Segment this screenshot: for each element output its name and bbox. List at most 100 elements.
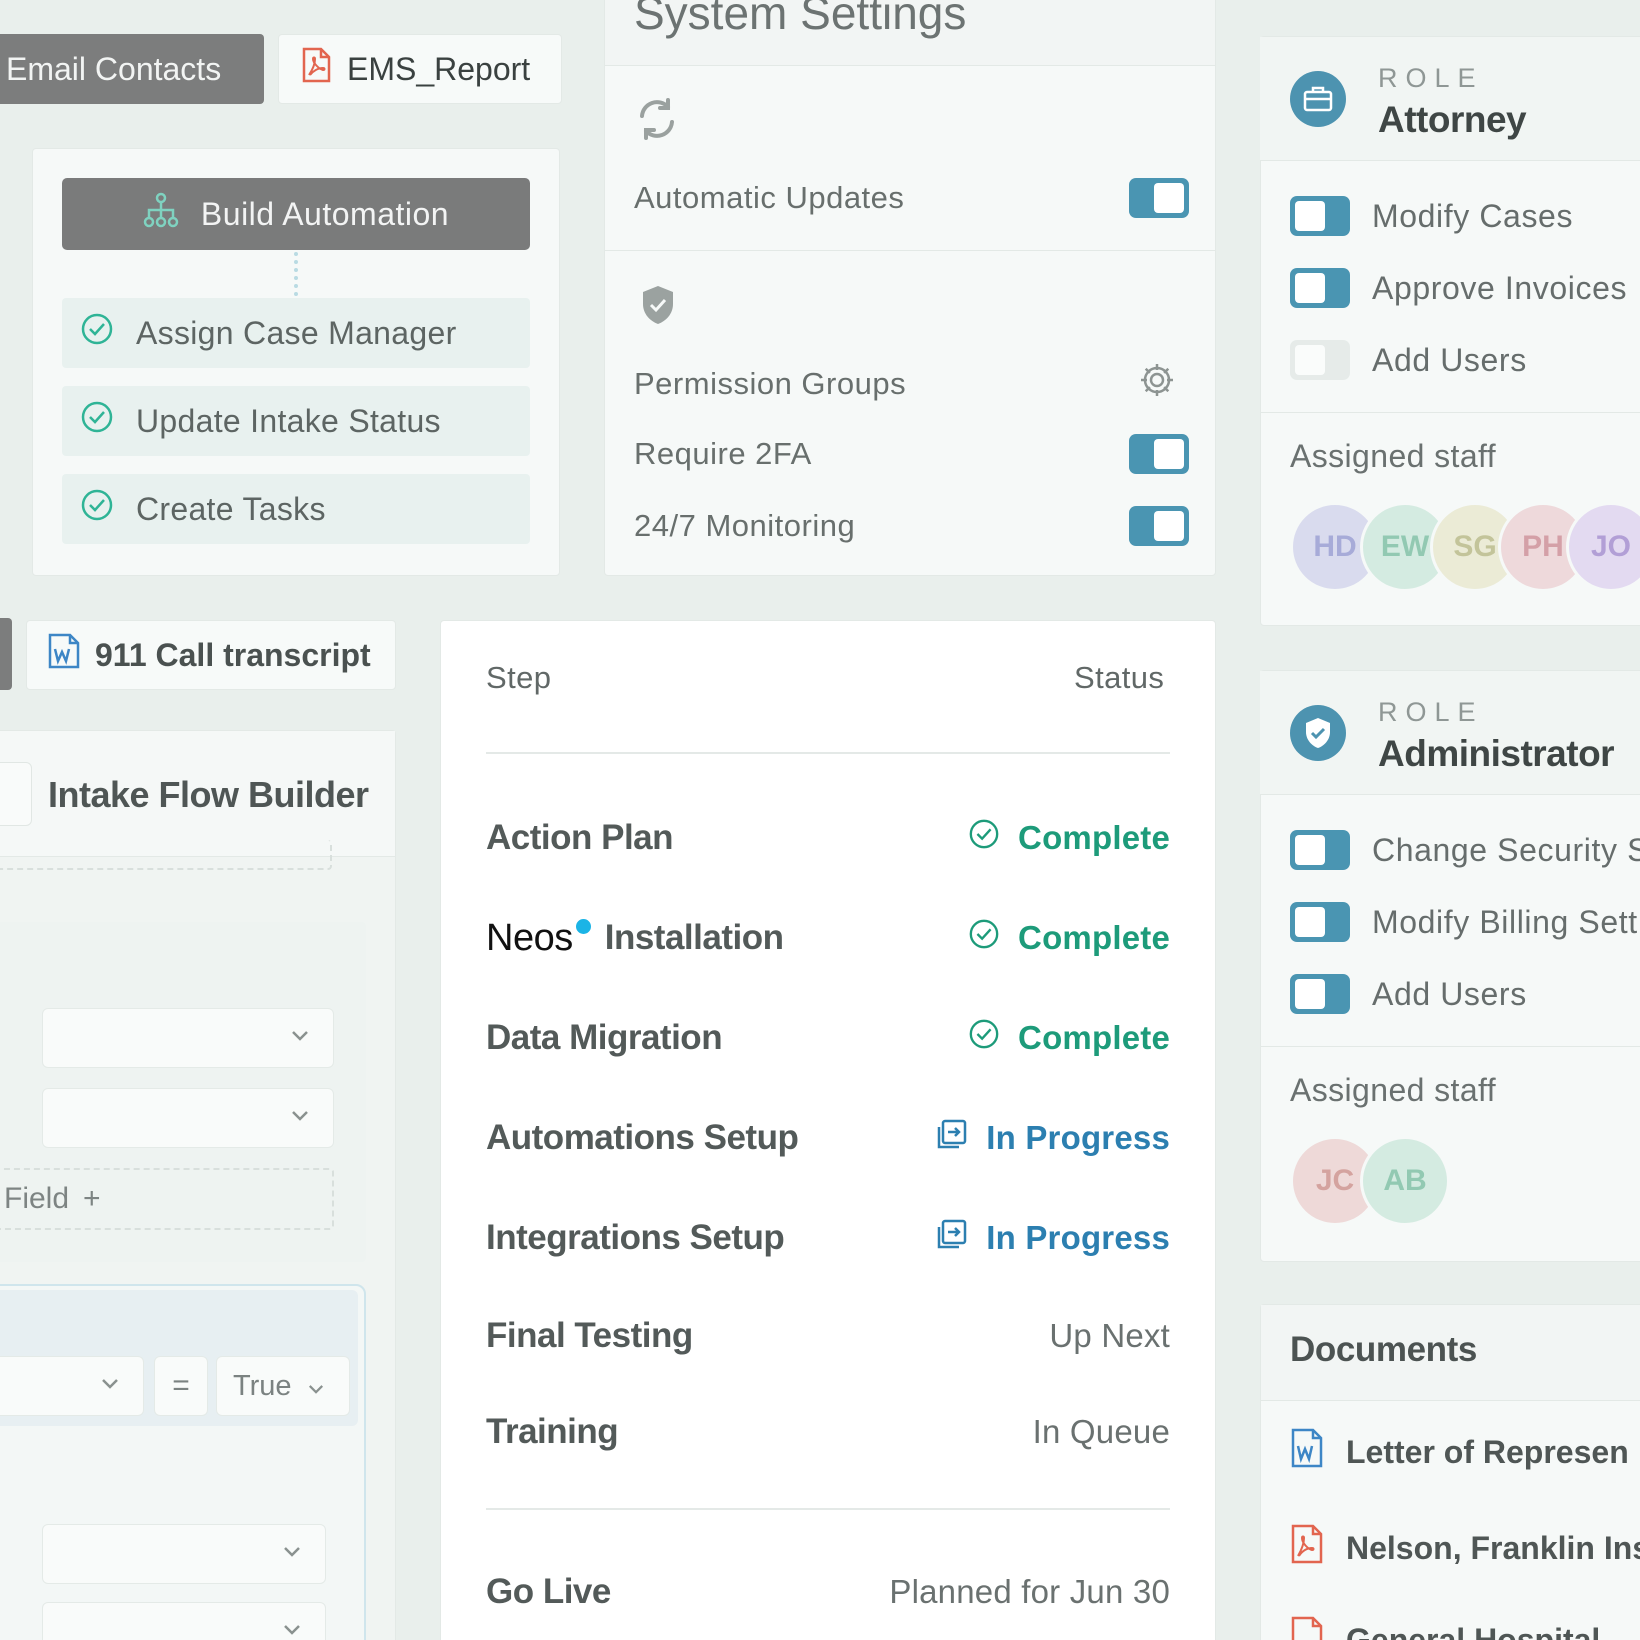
permission-toggle[interactable] [1290, 902, 1350, 942]
avatar[interactable]: AB [1360, 1136, 1450, 1226]
step-name: Integrations Setup [486, 1218, 785, 1257]
word-doc-icon [47, 633, 81, 677]
role-caption: ROLE [1378, 63, 1484, 93]
require-2fa-row: Require 2FA [634, 434, 1189, 474]
check-circle-icon [80, 488, 114, 530]
document-name: Letter of Represen [1346, 1433, 1629, 1470]
role-header: ROLE Administrator [1260, 671, 1640, 795]
plus-icon: + [83, 1182, 101, 1215]
status-label: In Progress [986, 1119, 1170, 1156]
field-select[interactable] [42, 1524, 326, 1584]
add-field-button[interactable]: Field + [0, 1168, 334, 1230]
status-badge: In Progress [936, 1218, 1170, 1258]
operator-select[interactable]: = [154, 1356, 208, 1416]
hierarchy-icon [143, 192, 179, 236]
permission-row[interactable]: Modify Billing Sett [1290, 902, 1638, 942]
build-automation-button[interactable]: Build Automation [62, 178, 530, 250]
automation-step[interactable]: Update Intake Status [62, 386, 530, 456]
field-select[interactable] [42, 1088, 334, 1148]
check-circle-icon [968, 918, 1000, 958]
table-row[interactable]: Final Testing Up Next [486, 1306, 1170, 1366]
go-live-row[interactable]: Go Live Planned for Jun 30 [486, 1562, 1170, 1622]
document-item[interactable]: General Hospital [1290, 1616, 1600, 1640]
setting-label: Permission Groups [634, 366, 907, 401]
divider [605, 250, 1215, 251]
permission-label: Change Security S [1372, 831, 1640, 868]
table-row[interactable]: Training In Queue [486, 1402, 1170, 1462]
field-select[interactable] [42, 1602, 326, 1640]
build-automation-label: Build Automation [200, 195, 450, 232]
permission-label: Add Users [1372, 975, 1527, 1012]
monitoring-row: 24/7 Monitoring [634, 506, 1189, 546]
automation-step[interactable]: Assign Case Manager [62, 298, 530, 368]
permission-toggle[interactable] [1290, 268, 1350, 308]
check-circle-icon [968, 818, 1000, 858]
table-row[interactable]: Integrations Setup In Progress [486, 1208, 1170, 1268]
step-name: Action Plan [486, 818, 674, 857]
collapse-button[interactable] [0, 762, 32, 826]
tab-911-call-transcript[interactable]: 911 Call transcript [26, 620, 396, 690]
tab-label: EMS_Report [347, 50, 531, 87]
permission-row[interactable]: Approve Invoices [1290, 268, 1627, 308]
permission-toggle[interactable] [1290, 340, 1350, 380]
tab-hidden-edge[interactable] [0, 618, 12, 690]
status-badge: Complete [968, 1018, 1170, 1058]
table-row[interactable]: Action Plan Complete [486, 808, 1170, 868]
permission-toggle[interactable] [1290, 974, 1350, 1014]
field-select[interactable] [42, 1008, 334, 1068]
table-row[interactable]: Data Migration Complete [486, 1008, 1170, 1068]
document-name: Nelson, Franklin Ins [1346, 1529, 1640, 1566]
status-badge: Complete [968, 918, 1170, 958]
step-name: Final Testing [486, 1316, 693, 1355]
role-name: Attorney [1378, 99, 1527, 140]
add-field-label: Field [4, 1182, 70, 1215]
divider [486, 1508, 1170, 1510]
permission-toggle[interactable] [1290, 830, 1350, 870]
intake-flow-title: Intake Flow Builder [48, 774, 369, 815]
system-settings-card [604, 0, 1216, 576]
document-item[interactable]: Letter of Represen [1290, 1428, 1629, 1476]
operator-label: = [172, 1369, 190, 1402]
check-circle-icon [80, 312, 114, 354]
automation-step[interactable]: Create Tasks [62, 474, 530, 544]
gear-icon[interactable] [1139, 362, 1175, 406]
status-label: Complete [1018, 1019, 1170, 1056]
pdf-icon [1290, 1616, 1324, 1640]
status-label: Planned for Jun 30 [889, 1573, 1170, 1610]
tab-email-contacts[interactable]: Email Contacts [0, 34, 264, 104]
chevron-down-icon [291, 1109, 309, 1127]
connector-line [294, 252, 298, 296]
condition-field-select[interactable] [0, 1356, 144, 1416]
document-item[interactable]: Nelson, Franklin Ins [1290, 1524, 1640, 1572]
permission-row[interactable]: Change Security S [1290, 830, 1640, 870]
step-name-group: Neos Installation [486, 917, 784, 960]
table-row[interactable]: Automations Setup In Progress [486, 1108, 1170, 1168]
word-doc-icon [1290, 1428, 1324, 1476]
value-select[interactable]: True [216, 1356, 350, 1416]
step-name: Installation [604, 918, 784, 957]
divider [1261, 412, 1640, 413]
role-caption: ROLE [1378, 697, 1484, 727]
setting-label: 24/7 Monitoring [634, 508, 856, 543]
status-label: Complete [1018, 919, 1170, 956]
permission-row[interactable]: Add Users [1290, 974, 1527, 1014]
chevron-down-icon [308, 1370, 324, 1403]
monitoring-toggle[interactable] [1129, 506, 1189, 546]
automatic-updates-toggle[interactable] [1129, 178, 1189, 218]
assigned-staff-label: Assigned staff [1290, 438, 1497, 474]
briefcase-icon [1290, 71, 1346, 127]
permission-row[interactable]: Add Users [1290, 340, 1527, 380]
status-badge: In Progress [936, 1118, 1170, 1158]
tab-ems-report[interactable]: EMS_Report [278, 34, 562, 104]
automation-step-label: Assign Case Manager [136, 314, 457, 351]
require-2fa-toggle[interactable] [1129, 434, 1189, 474]
permission-row[interactable]: Modify Cases [1290, 196, 1573, 236]
tab-label: Email Contacts [6, 50, 222, 87]
document-name: General Hospital [1346, 1621, 1601, 1640]
permission-toggle[interactable] [1290, 196, 1350, 236]
step-name: Go Live [486, 1572, 611, 1611]
status-badge: Complete [968, 818, 1170, 858]
pdf-icon [299, 47, 333, 91]
role-header: ROLE Attorney [1260, 37, 1640, 161]
table-row[interactable]: Neos Installation Complete [486, 908, 1170, 968]
